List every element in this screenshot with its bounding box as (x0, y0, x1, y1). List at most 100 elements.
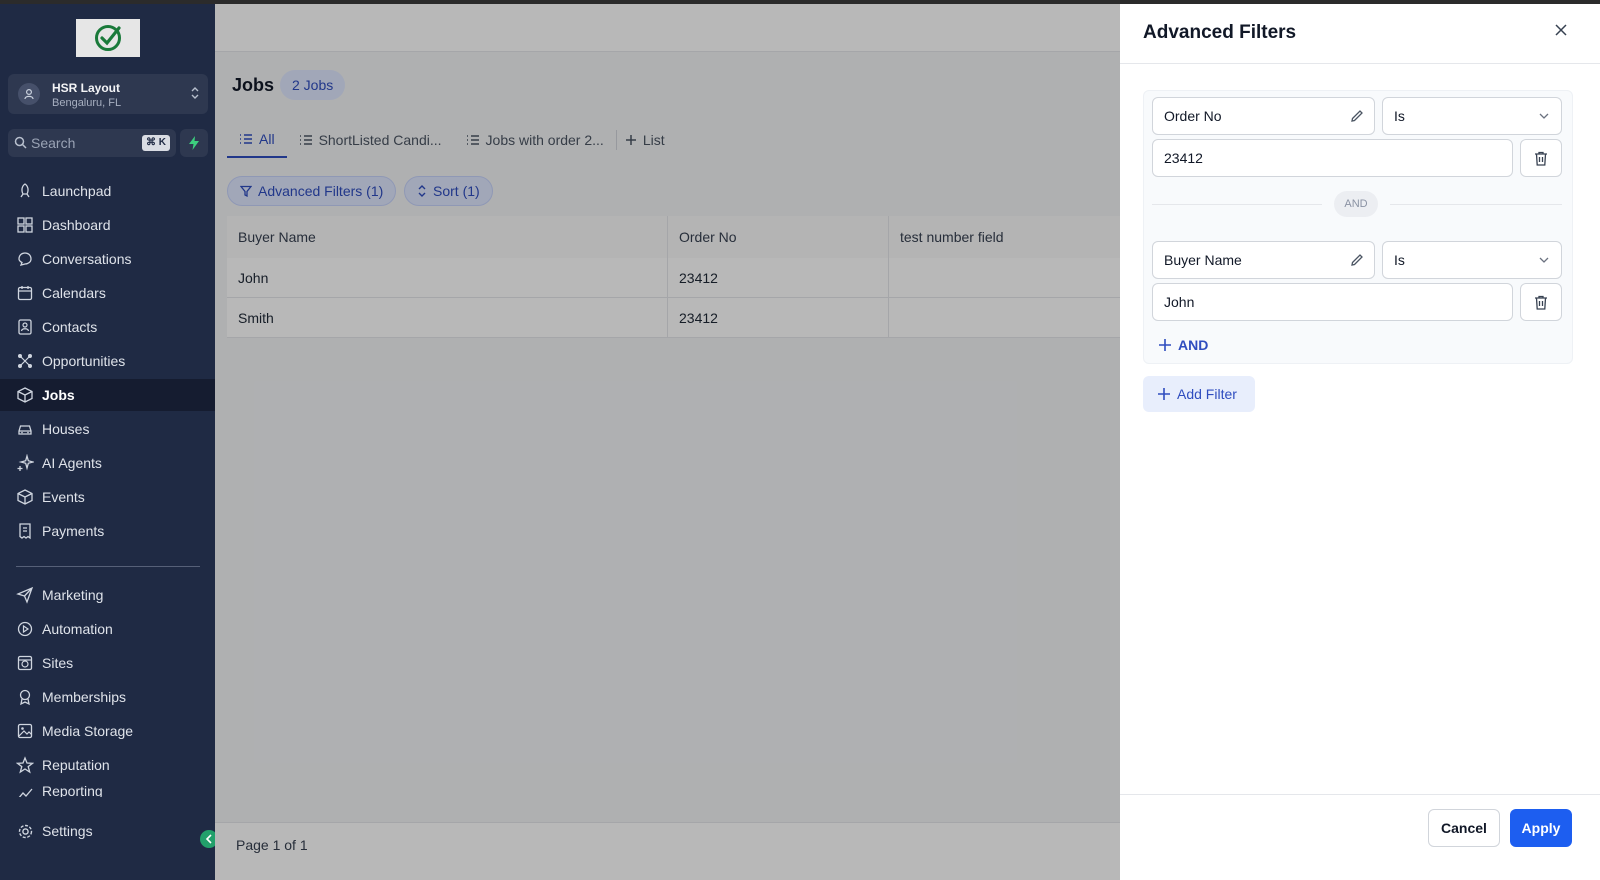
sidebar-item-conversations[interactable]: Conversations (0, 243, 215, 275)
filter-operator-select[interactable]: Is (1382, 241, 1562, 279)
sidebar-item-memberships[interactable]: Memberships (0, 681, 215, 713)
location-sub: Bengaluru, FL (52, 97, 122, 109)
sidebar-item-payments[interactable]: Payments (0, 515, 215, 547)
filter-value-input[interactable]: John (1152, 283, 1513, 321)
filter-value: 23412 (1164, 150, 1203, 166)
sidebar-item-reporting[interactable]: Reporting (0, 783, 215, 797)
sidebar-item-reputation[interactable]: Reputation (0, 749, 215, 781)
sidebar-item-settings[interactable]: Settings (0, 815, 215, 847)
search-icon (14, 136, 27, 149)
search-input[interactable]: Search ⌘ K (8, 129, 176, 157)
sidebar-item-label: Opportunities (42, 353, 126, 369)
add-and-condition-button[interactable]: AND (1158, 337, 1208, 353)
search-shortcut: ⌘ K (142, 135, 170, 151)
sidebar-item-label: Dashboard (42, 217, 111, 233)
sidebar-item-dashboard[interactable]: Dashboard (0, 209, 215, 241)
sidebar-divider (16, 566, 200, 567)
car-icon (16, 420, 34, 438)
sidebar-item-label: Houses (42, 421, 90, 437)
delete-filter-button[interactable] (1520, 283, 1562, 321)
sidebar-item-label: Events (42, 489, 85, 505)
pencil-icon[interactable] (1349, 108, 1365, 124)
plus-icon (1158, 338, 1172, 352)
sidebar-item-label: Conversations (42, 251, 132, 267)
drawer-footer-divider (1120, 794, 1600, 795)
sidebar-item-calendars[interactable]: Calendars (0, 277, 215, 309)
main-content: Jobs 2 Jobs All ShortListed Candi... Job… (215, 4, 1120, 880)
add-and-label: AND (1178, 337, 1209, 353)
chevron-left-icon (205, 834, 212, 844)
sidebar-item-label: Memberships (42, 689, 127, 705)
trash-icon (1535, 295, 1547, 310)
sidebar-item-automation[interactable]: Automation (0, 613, 215, 645)
sidebar-item-label: Contacts (42, 319, 98, 335)
close-button[interactable] (1549, 18, 1573, 42)
filter-field-label: Buyer Name (1164, 252, 1242, 268)
sidebar-item-label: Media Storage (42, 723, 134, 739)
sidebar-item-label: Reporting (42, 783, 103, 797)
cube-icon (16, 488, 34, 506)
filter-operator-label: Is (1394, 252, 1405, 268)
close-icon (1555, 24, 1567, 36)
chevron-down-icon (1539, 257, 1549, 263)
and-divider-line (1152, 204, 1322, 205)
automation-icon (16, 620, 34, 638)
filter-field-select[interactable]: Buyer Name (1152, 241, 1375, 279)
sidebar: HSR Layout Bengaluru, FL Search ⌘ K Laun… (0, 4, 218, 880)
chevron-updown-icon (191, 87, 199, 99)
gear-icon (16, 822, 34, 840)
pencil-icon[interactable] (1349, 252, 1365, 268)
search-placeholder: Search (31, 135, 76, 151)
sidebar-item-launchpad[interactable]: Launchpad (0, 175, 215, 207)
sidebar-item-label: Launchpad (42, 183, 112, 199)
filter-operator-select[interactable]: Is (1382, 97, 1562, 135)
sidebar-item-marketing[interactable]: Marketing (0, 579, 215, 611)
sidebar-item-events[interactable]: Events (0, 481, 215, 513)
star-icon (16, 756, 34, 774)
grid-icon (16, 216, 34, 234)
sidebar-item-sites[interactable]: Sites (0, 647, 215, 679)
sidebar-item-label: Settings (42, 823, 93, 839)
delete-filter-button[interactable] (1520, 139, 1562, 177)
chat-icon (16, 250, 34, 268)
and-joiner-badge: AND (1334, 191, 1378, 217)
filter-value: John (1164, 294, 1195, 310)
sidebar-item-opportunities[interactable]: Opportunities (0, 345, 215, 377)
location-name: HSR Layout (52, 81, 121, 95)
bolt-icon (189, 136, 199, 150)
sidebar-item-label: AI Agents (42, 455, 102, 471)
contacts-icon (16, 318, 34, 336)
filter-field-label: Order No (1164, 108, 1222, 124)
image-icon (16, 722, 34, 740)
and-divider-line (1390, 204, 1562, 205)
calendar-icon (16, 284, 34, 302)
cancel-button[interactable]: Cancel (1428, 809, 1500, 847)
badge-icon (16, 688, 34, 706)
filter-value-input[interactable]: 23412 (1152, 139, 1513, 177)
sparkle-icon (16, 454, 34, 472)
modal-backdrop[interactable] (215, 4, 1120, 880)
cube-icon (16, 386, 34, 404)
send-icon (16, 586, 34, 604)
logo-check-icon (95, 25, 121, 51)
sidebar-item-label: Reputation (42, 757, 110, 773)
quick-action-button[interactable] (180, 129, 208, 157)
sidebar-item-label: Payments (42, 523, 105, 539)
sidebar-item-media-storage[interactable]: Media Storage (0, 715, 215, 747)
sidebar-item-houses[interactable]: Houses (0, 413, 215, 445)
sidebar-item-label: Automation (42, 621, 113, 637)
apply-button[interactable]: Apply (1510, 809, 1572, 847)
sidebar-item-jobs[interactable]: Jobs (0, 379, 215, 411)
pipeline-icon (16, 352, 34, 370)
add-filter-button[interactable]: Add Filter (1143, 376, 1255, 412)
chart-icon (16, 783, 34, 797)
sidebar-item-ai-agents[interactable]: AI Agents (0, 447, 215, 479)
drawer-title: Advanced Filters (1143, 22, 1297, 43)
filter-field-select[interactable]: Order No (1152, 97, 1375, 135)
sidebar-item-contacts[interactable]: Contacts (0, 311, 215, 343)
logo[interactable] (76, 19, 140, 57)
sidebar-item-label: Jobs (42, 387, 75, 403)
location-switcher[interactable]: HSR Layout Bengaluru, FL (8, 74, 208, 114)
drawer-header-divider (1120, 63, 1600, 64)
sidebar-item-label: Sites (42, 655, 74, 671)
